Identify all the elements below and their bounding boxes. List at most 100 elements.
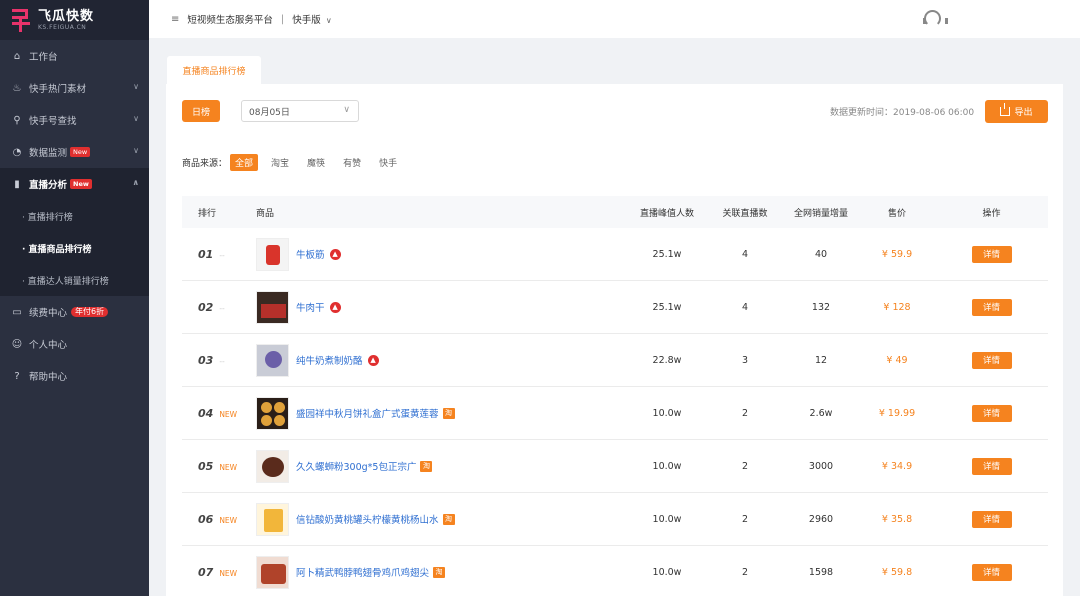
source-chip-kuaishou[interactable]: 快手 xyxy=(374,154,402,171)
peak-viewers: 25.1w xyxy=(652,248,682,260)
sales-increase: 2960 xyxy=(808,513,834,525)
rank-change: NEW xyxy=(219,409,238,419)
sidebar-item-hot-material[interactable]: ♨ 快手热门素材 ∨ xyxy=(0,72,149,104)
top-bar: ≡ 短视频生态服务平台 | 快手版 ∨ xyxy=(149,0,1080,38)
live-count: 4 xyxy=(741,301,749,313)
detail-button[interactable]: 详情 xyxy=(971,245,1012,263)
daily-ranking-button[interactable]: 日榜 xyxy=(182,100,220,122)
source-chip-youzan[interactable]: 有赞 xyxy=(338,154,366,171)
rank-number: 05 xyxy=(198,459,214,473)
detail-button[interactable]: 详情 xyxy=(971,563,1012,581)
fire-icon: ▲ xyxy=(367,354,379,366)
rank-number: 06 xyxy=(198,512,214,526)
column-header-product: 商品 xyxy=(256,208,275,219)
sidebar-item-data-monitor[interactable]: ◔ 数据监测 New ∨ xyxy=(0,136,149,168)
sidebar-subitem-label: · 直播商品排行榜 xyxy=(22,244,92,255)
product-name-link[interactable]: 牛肉干 xyxy=(296,300,325,314)
sidebar-item-live-analysis[interactable]: ▮ 直播分析 New ∧ xyxy=(0,168,149,200)
detail-button[interactable]: 详情 xyxy=(971,351,1012,369)
chevron-down-icon: ∨ xyxy=(343,105,350,115)
fire-icon: ▲ xyxy=(329,301,341,313)
title-separator: | xyxy=(280,13,285,25)
sales-increase: 1598 xyxy=(808,566,834,578)
sidebar-subitem-live-streamer-sales-ranking[interactable]: · 直播达人销量排行榜 xyxy=(0,264,149,296)
product-ranking-table: 排行 商品 直播峰值人数 关联直播数 全网销量增量 售价 操作 01 -- 牛板筋… xyxy=(182,196,1048,596)
rank-change: -- xyxy=(219,250,225,260)
rank-change: NEW xyxy=(219,462,238,472)
taobao-icon: 淘 xyxy=(420,460,433,472)
new-badge: New xyxy=(70,147,91,157)
sidebar-item-renewal-center[interactable]: ▭ 续费中心 年付6折 xyxy=(0,296,149,328)
sidebar: 飞瓜快数 KS.FEIGUA.CN ⌂ 工作台 ♨ 快手热门素材 ∨ ⚲ 快手号… xyxy=(0,0,149,596)
product-thumbnail[interactable] xyxy=(256,449,289,483)
tab-live-product-ranking[interactable]: 直播商品排行榜 xyxy=(167,56,261,84)
table-row: 06 NEW 信钻酸奶黄桃罐头柠檬黄桃杨山水 淘 10.0w 2 2960 ¥ 3… xyxy=(182,493,1048,546)
sidebar-item-label: 数据监测 xyxy=(29,148,68,159)
sidebar-item-personal-center[interactable]: ☺ 个人中心 xyxy=(0,328,149,360)
product-name-link[interactable]: 久久螺蛳粉300g*5包正宗广 xyxy=(296,459,416,473)
logo[interactable]: 飞瓜快数 KS.FEIGUA.CN xyxy=(0,0,149,40)
detail-button[interactable]: 详情 xyxy=(971,404,1012,422)
chevron-down-icon: ∨ xyxy=(133,82,139,91)
live-count: 2 xyxy=(741,407,749,419)
sidebar-item-label: 帮助中心 xyxy=(29,372,68,383)
product-thumbnail[interactable] xyxy=(256,555,289,589)
menu-toggle-icon[interactable]: ≡ xyxy=(171,14,179,25)
peak-viewers: 10.0w xyxy=(652,566,682,578)
price: ¥ 34.9 xyxy=(881,460,913,472)
live-count: 2 xyxy=(741,513,749,525)
sidebar-item-help-center[interactable]: ? 帮助中心 xyxy=(0,360,149,392)
product-thumbnail[interactable] xyxy=(256,396,289,430)
price: ¥ 59.9 xyxy=(881,248,913,260)
sidebar-subitem-live-ranking[interactable]: · 直播排行榜 xyxy=(0,200,149,232)
detail-button[interactable]: 详情 xyxy=(971,298,1012,316)
sidebar-subitem-live-product-ranking[interactable]: · 直播商品排行榜 xyxy=(0,232,149,264)
source-filter: 商品来源： 全部 淘宝 魔筷 有赞 快手 xyxy=(182,154,410,171)
source-chip-mokuai[interactable]: 魔筷 xyxy=(302,154,330,171)
export-label: 导出 xyxy=(1014,108,1033,118)
table-row: 03 -- 纯牛奶煮制奶酪 ▲ 22.8w 3 12 ¥ 49 详情 xyxy=(182,334,1048,387)
new-badge: New xyxy=(70,179,92,189)
feigua-logo-icon xyxy=(10,8,32,32)
live-analysis-submenu: · 直播排行榜 · 直播商品排行榜 · 直播达人销量排行榜 xyxy=(0,200,149,296)
product-name-link[interactable]: 信钻酸奶黄桃罐头柠檬黄桃杨山水 xyxy=(296,512,439,526)
sidebar-item-account-search[interactable]: ⚲ 快手号查找 ∨ xyxy=(0,104,149,136)
product-name-link[interactable]: 阿卜精武鸭脖鸭翅骨鸡爪鸡翅尖 xyxy=(296,565,429,579)
detail-button[interactable]: 详情 xyxy=(971,457,1012,475)
date-select[interactable]: 08月05日 ∨ xyxy=(241,100,359,122)
product-name-link[interactable]: 牛板筋 xyxy=(296,247,325,261)
product-name-link[interactable]: 盛园祥中秋月饼礼盒广式蛋黄莲蓉 xyxy=(296,406,439,420)
search-icon: ⚲ xyxy=(13,114,21,126)
source-chip-taobao[interactable]: 淘宝 xyxy=(266,154,294,171)
card-icon: ▭ xyxy=(12,306,22,318)
source-chip-all[interactable]: 全部 xyxy=(230,154,259,171)
product-thumbnail[interactable] xyxy=(256,502,289,536)
product-thumbnail[interactable] xyxy=(256,343,289,377)
sidebar-subitem-label: · 直播达人销量排行榜 xyxy=(22,276,109,287)
detail-button[interactable]: 详情 xyxy=(971,510,1012,528)
customer-service-icon[interactable] xyxy=(923,10,948,27)
price: ¥ 49 xyxy=(886,354,908,366)
product-name-link[interactable]: 纯牛奶煮制奶酪 xyxy=(296,353,363,367)
source-label: 商品来源： xyxy=(182,159,228,169)
column-header-sales-increase: 全网销量增量 xyxy=(793,208,848,219)
rank-number: 01 xyxy=(198,247,214,261)
sidebar-item-workbench[interactable]: ⌂ 工作台 xyxy=(0,40,149,72)
rank-change: -- xyxy=(219,303,225,313)
sidebar-item-label: 快手热门素材 xyxy=(29,84,87,95)
version-switcher[interactable]: 快手版 ∨ xyxy=(292,12,331,26)
product-thumbnail[interactable] xyxy=(256,290,289,324)
product-thumbnail[interactable] xyxy=(256,237,289,271)
sales-increase: 2.6w xyxy=(809,407,833,419)
sales-increase: 12 xyxy=(814,354,828,366)
peak-viewers: 10.0w xyxy=(652,513,682,525)
sidebar-item-label: 个人中心 xyxy=(29,340,68,351)
ranking-card: 日榜 08月05日 ∨ 数据更新时间：2019-08-06 06:00 导出 商… xyxy=(166,84,1063,596)
column-header-live-count: 关联直播数 xyxy=(722,208,768,219)
date-value: 08月05日 xyxy=(249,107,290,118)
taobao-icon: 淘 xyxy=(442,513,455,525)
peak-viewers: 10.0w xyxy=(652,460,682,472)
logo-subtitle: KS.FEIGUA.CN xyxy=(38,23,87,31)
sidebar-item-label: 续费中心 xyxy=(29,308,68,319)
export-button[interactable]: 导出 xyxy=(985,100,1048,123)
